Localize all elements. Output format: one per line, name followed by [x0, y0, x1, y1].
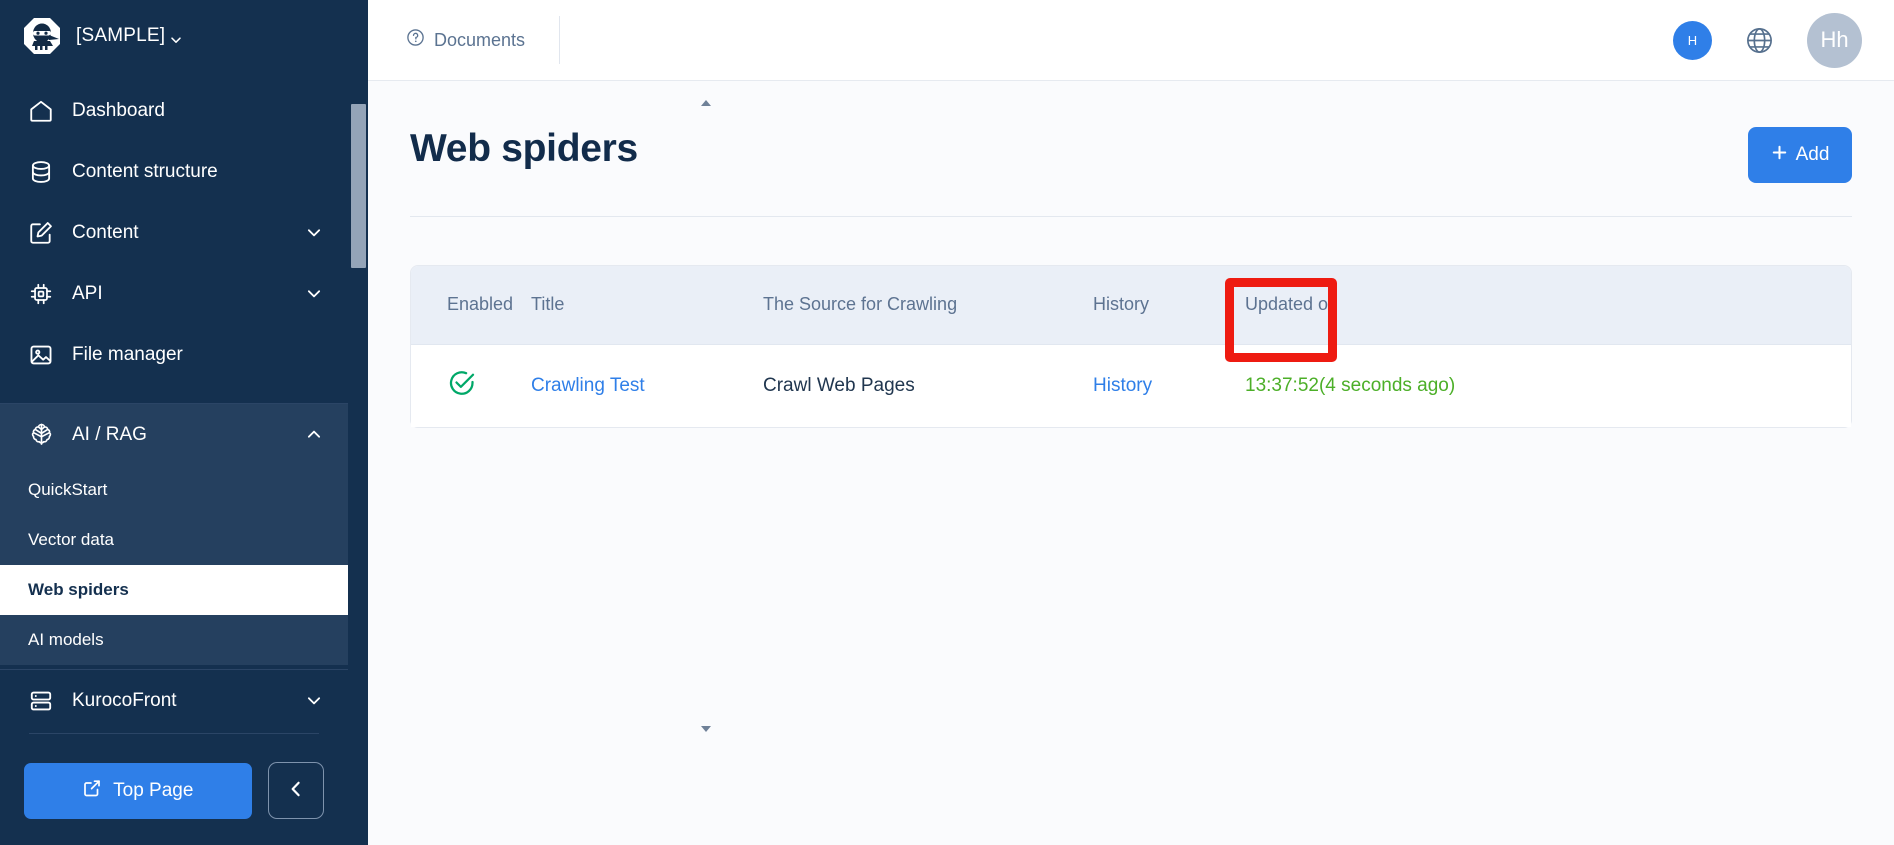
page-content: Web spiders Add Enabled Title The Source…: [368, 81, 1894, 845]
notification-badge-label: H: [1687, 32, 1698, 48]
sidebar-item-label: File manager: [72, 343, 183, 365]
sidebar-item-dashboard[interactable]: Dashboard: [0, 80, 348, 141]
main-area: Documents H Hh Web spiders Add Enabled T…: [368, 0, 1894, 845]
brain-icon: [26, 420, 56, 450]
spiders-table-card: Enabled Title The Source for Crawling Hi…: [410, 265, 1852, 428]
cell-title: Crawling Test: [531, 344, 763, 427]
plus-icon: [1771, 144, 1788, 167]
nav-group-main: Dashboard Content structure Content API …: [0, 72, 348, 399]
sidebar-item-ai-rag[interactable]: AI / RAG: [0, 404, 348, 465]
sidebar-subitem-label: Vector data: [28, 530, 115, 549]
triangle-up-icon[interactable]: [700, 94, 712, 106]
nav-group-bottom: KurocoFront: [0, 670, 348, 719]
chevron-down-icon: [170, 30, 182, 43]
chevron-down-icon[interactable]: [306, 225, 322, 241]
topbar-actions: H Hh: [1673, 12, 1862, 68]
notification-badge[interactable]: H: [1673, 20, 1712, 60]
sidebar-item-content[interactable]: Content: [0, 202, 348, 263]
table-header: Enabled Title The Source for Crawling Hi…: [411, 266, 1851, 345]
sidebar-item-label: Dashboard: [72, 99, 165, 121]
triangle-down-icon[interactable]: [700, 720, 712, 732]
avatar-initials: Hh: [1820, 27, 1849, 52]
ninja-logo-icon: [22, 16, 62, 56]
avatar[interactable]: Hh: [1807, 12, 1862, 68]
sidebar: [SAMPLE] Dashboard Content structure Con…: [0, 0, 711, 845]
globe-icon[interactable]: [1744, 25, 1775, 56]
app-root: [SAMPLE] Dashboard Content structure Con…: [0, 0, 1894, 845]
updated-on-value: 13:37:52(4 seconds ago): [1245, 374, 1456, 396]
column-header-updated-on: Updated on: [1245, 266, 1645, 345]
documents-link[interactable]: Documents: [406, 28, 559, 52]
table-header-row: Enabled Title The Source for Crawling Hi…: [411, 266, 1851, 345]
server-icon: [26, 686, 56, 716]
page-header: Web spiders Add: [410, 127, 1852, 217]
brand-header[interactable]: [SAMPLE]: [0, 0, 348, 72]
sidebar-item-ai-models[interactable]: AI models: [0, 615, 348, 665]
spiders-table: Enabled Title The Source for Crawling Hi…: [411, 266, 1851, 427]
sidebar-nav: Dashboard Content structure Content API …: [0, 72, 348, 719]
add-button[interactable]: Add: [1748, 127, 1852, 183]
column-header-enabled: Enabled: [411, 266, 531, 345]
question-circle-icon: [406, 28, 425, 52]
sidebar-item-api[interactable]: API: [0, 263, 348, 324]
chevron-down-icon[interactable]: [306, 693, 322, 709]
brand-name-text: [SAMPLE]: [76, 25, 166, 46]
sidebar-item-file-manager[interactable]: File manager: [0, 324, 348, 385]
sidebar-collapse-button[interactable]: [267, 762, 324, 819]
database-icon: [26, 157, 56, 187]
sidebar-item-web-spiders[interactable]: Web spiders: [0, 565, 348, 615]
chevron-left-icon: [287, 780, 305, 801]
external-link-icon: [82, 778, 102, 804]
sidebar-footer: Top Page: [0, 719, 348, 845]
edit-square-icon: [26, 218, 56, 248]
topbar: Documents H Hh: [368, 0, 1894, 81]
image-icon: [26, 340, 56, 370]
sidebar-item-content-structure[interactable]: Content structure: [0, 141, 348, 202]
cell-updated-on: 13:37:52(4 seconds ago): [1245, 344, 1645, 427]
sidebar-item-label: Content: [72, 221, 139, 243]
sidebar-subitem-label: Web spiders: [28, 580, 129, 599]
sidebar-item-vector-data[interactable]: Vector data: [0, 515, 348, 565]
table-body: Crawling Test Crawl Web Pages History 13…: [411, 344, 1851, 427]
history-link[interactable]: History: [1093, 375, 1152, 396]
circle-check-icon[interactable]: [447, 368, 477, 398]
top-page-button[interactable]: Top Page: [24, 762, 252, 819]
sidebar-item-label: AI / RAG: [72, 423, 147, 445]
sidebar-item-kurocofront[interactable]: KurocoFront: [0, 670, 348, 719]
sidebar-item-label: Content structure: [72, 160, 218, 182]
cell-spacer: [1645, 344, 1851, 427]
chip-icon: [26, 279, 56, 309]
column-header-spacer: [1645, 266, 1851, 345]
cell-enabled: [411, 344, 531, 427]
sidebar-scrollbar-thumb[interactable]: [351, 104, 366, 268]
add-label: Add: [1795, 144, 1830, 165]
sidebar-subitem-label: AI models: [28, 630, 104, 649]
chevron-up-icon[interactable]: [306, 427, 322, 443]
table-row[interactable]: Crawling Test Crawl Web Pages History 13…: [411, 344, 1851, 427]
footer-divider: [29, 733, 319, 734]
sidebar-subitem-label: QuickStart: [28, 480, 108, 499]
sidebar-item-label: KurocoFront: [72, 689, 177, 711]
column-header-source: The Source for Crawling: [763, 266, 1093, 345]
column-header-title: Title: [531, 266, 763, 345]
sidebar-item-label: API: [72, 282, 103, 304]
topbar-divider: [559, 16, 561, 64]
documents-label: Documents: [434, 29, 526, 50]
chevron-down-icon[interactable]: [306, 286, 322, 302]
cell-history: History: [1093, 344, 1245, 427]
cell-source: Crawl Web Pages: [763, 344, 1093, 427]
sidebar-item-quickstart[interactable]: QuickStart: [0, 465, 348, 515]
brand-name: [SAMPLE]: [76, 25, 182, 47]
spider-title-link[interactable]: Crawling Test: [531, 375, 645, 396]
sidebar-scrollbar[interactable]: [348, 72, 711, 750]
home-icon: [26, 96, 56, 126]
page-title: Web spiders: [410, 127, 638, 170]
top-page-label: Top Page: [113, 779, 194, 801]
sidebar-section-ai-rag: AI / RAG QuickStart Vector data Web spid…: [0, 404, 348, 665]
column-header-history: History: [1093, 266, 1245, 345]
